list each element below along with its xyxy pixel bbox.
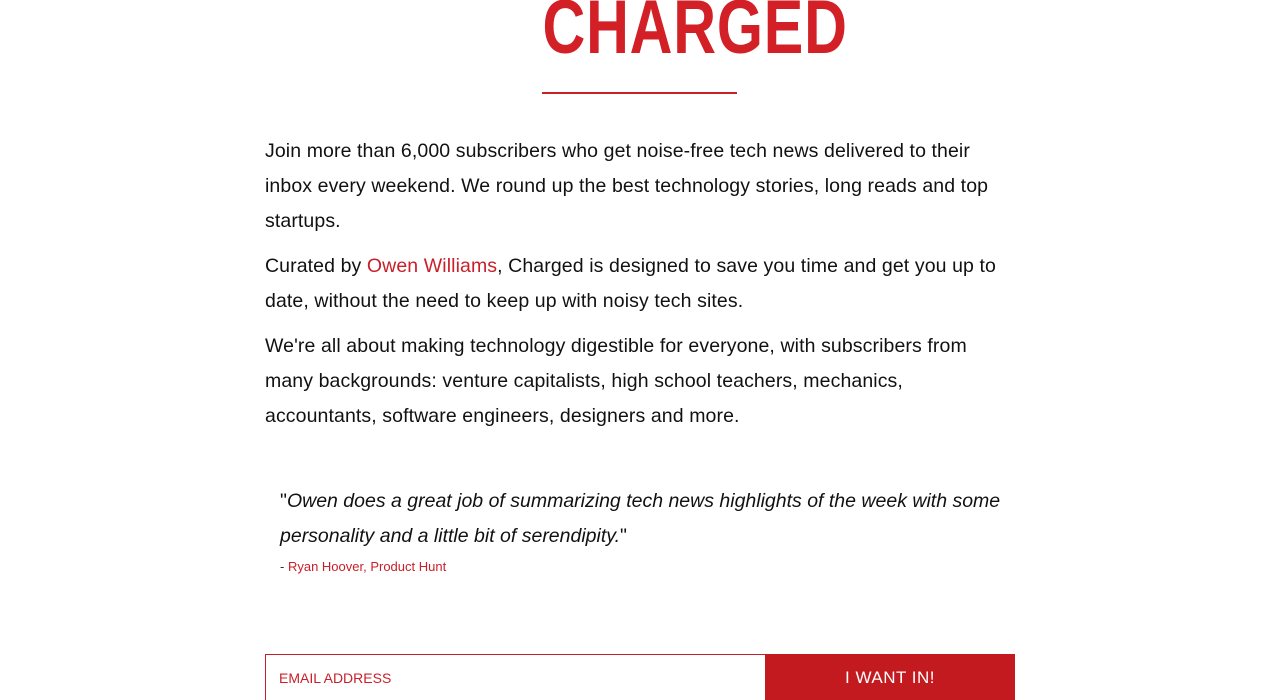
signup-form: I WANT IN!: [265, 654, 1015, 700]
open-quote-mark: ": [280, 490, 287, 512]
close-quote-mark: ": [620, 525, 627, 547]
owen-williams-link[interactable]: Owen Williams: [367, 255, 497, 277]
testimonial-attribution: - Ryan Hoover, Product Hunt: [280, 558, 1010, 576]
testimonial-quote: "Owen does a great job of summarizing te…: [280, 484, 1010, 554]
i-want-in-button[interactable]: I WANT IN!: [765, 654, 1015, 700]
attribution-name: Ryan Hoover, Product Hunt: [287, 559, 447, 574]
logo-underline-divider: [542, 92, 737, 94]
intro-paragraph-subscribers: Join more than 6,000 subscribers who get…: [265, 140, 989, 232]
intro-section: Join more than 6,000 subscribers who get…: [265, 134, 1017, 444]
email-input[interactable]: [265, 654, 765, 700]
intro-paragraph-audience: We're all about making technology digest…: [265, 335, 967, 427]
testimonial-text: Owen does a great job of summarizing tec…: [280, 490, 1001, 547]
intro-paragraph-curated: Curated by Owen Williams, Charged is des…: [265, 249, 1017, 319]
testimonial: "Owen does a great job of summarizing te…: [280, 484, 1010, 576]
attribution-dash: -: [280, 559, 288, 574]
charged-logo: CHARGED: [542, 0, 848, 70]
curated-prefix: Curated by: [265, 255, 367, 277]
